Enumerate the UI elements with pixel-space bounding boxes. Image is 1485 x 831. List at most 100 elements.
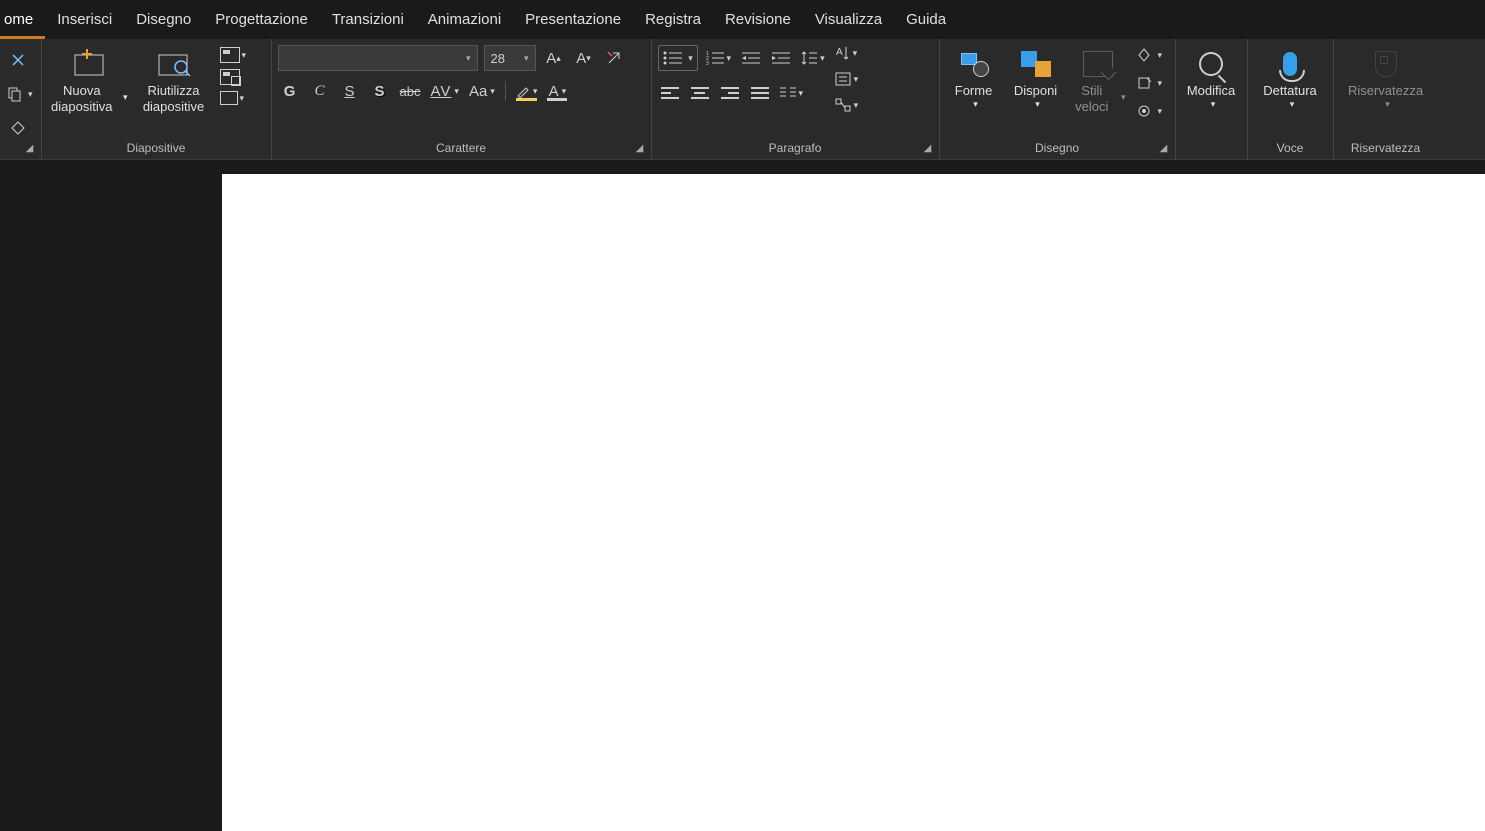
chevron-down-icon[interactable]: ▾: [1158, 50, 1163, 61]
chevron-down-icon: ▾: [727, 53, 732, 64]
italic-button[interactable]: C: [308, 79, 332, 103]
tab-revisione[interactable]: Revisione: [713, 0, 803, 39]
bullets-button[interactable]: ▾: [658, 45, 698, 71]
shape-outline-button[interactable]: [1132, 71, 1156, 95]
sensitivity-icon: [1375, 51, 1397, 77]
strikethrough-button[interactable]: abc: [398, 79, 423, 103]
reuse-slides-button[interactable]: Riutilizza diapositive: [134, 43, 214, 114]
font-color-button[interactable]: A ▾: [545, 79, 569, 103]
layout-dropdown-icon[interactable]: ▾: [242, 50, 247, 61]
decrease-font-icon[interactable]: A▾: [572, 46, 596, 70]
slide-thumbnails-panel[interactable]: [0, 160, 222, 831]
align-left-icon[interactable]: [658, 81, 682, 105]
chevron-down-icon: ▾: [973, 99, 978, 110]
reset-layout-icon[interactable]: [220, 69, 240, 85]
chevron-down-icon: ▾: [1385, 99, 1390, 110]
font-name-dropdown-icon[interactable]: ▾: [466, 53, 471, 64]
stili-veloci-button[interactable]: Stili veloci ▾: [1070, 43, 1126, 114]
chevron-down-icon: ▾: [853, 48, 858, 59]
shape-fill-button[interactable]: [1132, 43, 1156, 67]
align-right-icon[interactable]: [718, 81, 742, 105]
text-direction-button[interactable]: A ▾: [833, 43, 861, 63]
font-name-input[interactable]: ▾: [278, 45, 478, 71]
forme-button[interactable]: Forme ▾: [946, 43, 1002, 110]
layout-icon[interactable]: [220, 47, 240, 63]
chevron-down-icon: ▾: [820, 53, 825, 64]
reuse-slides-label: Riutilizza diapositive: [134, 83, 214, 114]
chevron-down-icon[interactable]: ▾: [1158, 106, 1163, 117]
decrease-indent-icon[interactable]: [739, 46, 763, 70]
forme-label: Forme: [955, 83, 993, 99]
clear-formatting-icon[interactable]: [602, 46, 626, 70]
carattere-launcher-icon[interactable]: ◢: [633, 141, 647, 155]
tab-registra[interactable]: Registra: [633, 0, 713, 39]
tab-guida[interactable]: Guida: [894, 0, 958, 39]
line-spacing-button[interactable]: ▾: [799, 46, 827, 70]
copy-dropdown-icon[interactable]: ▾: [28, 89, 33, 100]
tab-visualizza[interactable]: Visualizza: [803, 0, 894, 39]
format-painter-icon[interactable]: [7, 117, 29, 139]
clipboard-launcher-icon[interactable]: ◢: [23, 141, 37, 155]
reuse-slides-icon: [155, 47, 193, 81]
chevron-down-icon: ▾: [490, 86, 495, 97]
text-shadow-button[interactable]: S: [368, 79, 392, 103]
quick-styles-icon: [1083, 51, 1113, 77]
highlight-color-button[interactable]: ▾: [514, 79, 540, 103]
change-case-button[interactable]: Aa ▾: [467, 79, 497, 103]
paragrafo-launcher-icon[interactable]: ◢: [921, 141, 935, 155]
tab-home[interactable]: ome: [0, 0, 45, 39]
font-size-input[interactable]: 28 ▾: [484, 45, 536, 71]
cut-icon[interactable]: [7, 49, 29, 71]
chevron-down-icon: ▾: [123, 92, 128, 103]
font-size-dropdown-icon[interactable]: ▾: [524, 53, 529, 64]
section-icon[interactable]: [220, 91, 238, 105]
tab-inserisci[interactable]: Inserisci: [45, 0, 124, 39]
slide-canvas[interactable]: [222, 174, 1485, 831]
tab-transizioni[interactable]: Transizioni: [320, 0, 416, 39]
chevron-down-icon: ▾: [799, 88, 804, 99]
group-label-diapositive: Diapositive: [48, 137, 265, 159]
chevron-down-icon: ▾: [1121, 92, 1126, 103]
chevron-down-icon: ▾: [1035, 99, 1040, 110]
copy-icon[interactable]: [4, 83, 26, 105]
riservatezza-btn-label: Riservatezza: [1348, 83, 1423, 99]
align-center-icon[interactable]: [688, 81, 712, 105]
chevron-down-icon: ▾: [1211, 99, 1216, 110]
section-dropdown-icon[interactable]: ▾: [240, 93, 245, 104]
modifica-button[interactable]: Modifica ▾: [1182, 43, 1241, 110]
smartart-convert-button[interactable]: ▾: [833, 95, 861, 115]
increase-indent-icon[interactable]: [769, 46, 793, 70]
chevron-down-icon: ▾: [454, 86, 459, 97]
dettatura-button[interactable]: Dettatura ▾: [1254, 43, 1327, 110]
align-text-vertical-button[interactable]: ▾: [833, 69, 861, 89]
group-label-voce: Voce: [1254, 137, 1327, 159]
disponi-button[interactable]: Disponi ▾: [1008, 43, 1064, 110]
align-justify-icon[interactable]: [748, 81, 772, 105]
chevron-down-icon: ▾: [854, 100, 859, 111]
svg-text:A: A: [836, 47, 843, 58]
chevron-down-icon: ▾: [1290, 99, 1295, 110]
new-slide-icon: [69, 47, 107, 81]
bold-button[interactable]: G: [278, 79, 302, 103]
dettatura-label: Dettatura: [1263, 83, 1316, 99]
tab-animazioni[interactable]: Animazioni: [416, 0, 513, 39]
content-area: [0, 160, 1485, 831]
tab-progettazione[interactable]: Progettazione: [203, 0, 320, 39]
shape-effects-button[interactable]: [1132, 99, 1156, 123]
increase-font-icon[interactable]: A▴: [542, 46, 566, 70]
group-label-carattere: Carattere: [278, 137, 645, 159]
numbering-button[interactable]: 1 2 3 ▾: [704, 46, 734, 70]
shapes-icon: [959, 51, 989, 77]
tab-presentazione[interactable]: Presentazione: [513, 0, 633, 39]
group-label-disegno: Disegno: [946, 137, 1169, 159]
chevron-down-icon: ▾: [562, 86, 567, 97]
disegno-launcher-icon[interactable]: ◢: [1157, 141, 1171, 155]
char-spacing-button[interactable]: AV ▾: [429, 79, 461, 103]
riservatezza-button: Riservatezza ▾: [1340, 43, 1432, 110]
new-slide-button[interactable]: Nuova diapositiva ▾: [48, 43, 128, 114]
arrange-icon: [1021, 51, 1051, 77]
tab-disegno[interactable]: Disegno: [124, 0, 203, 39]
chevron-down-icon[interactable]: ▾: [1158, 78, 1163, 89]
underline-button[interactable]: S: [338, 79, 362, 103]
columns-button[interactable]: ▾: [778, 81, 806, 105]
